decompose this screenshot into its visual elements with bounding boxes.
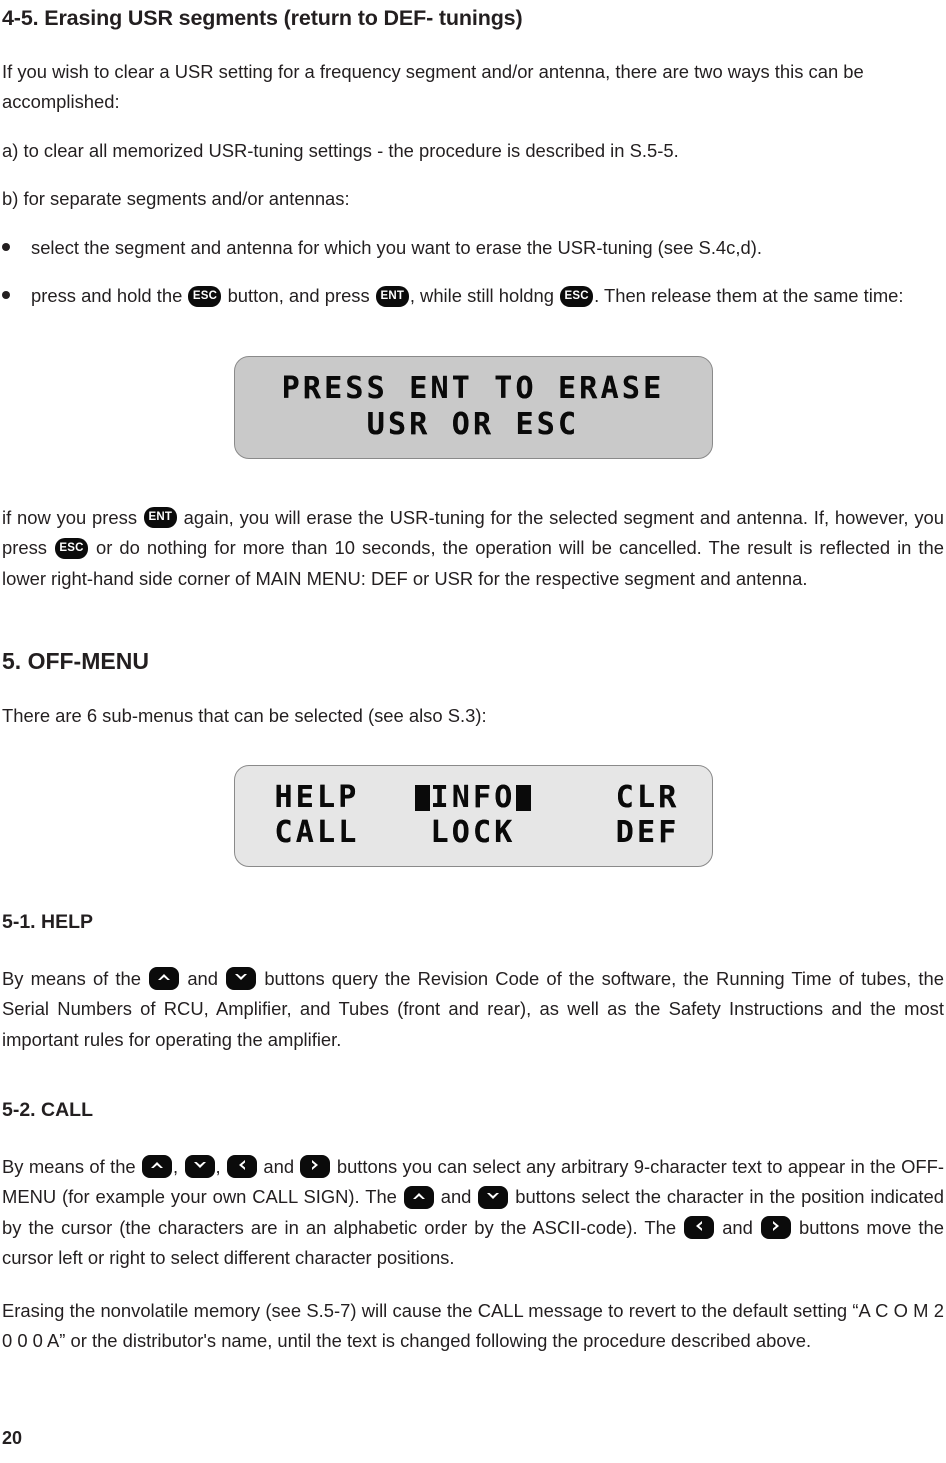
up-arrow-key-badge[interactable] [149, 967, 180, 991]
call-text-f: and [440, 1186, 472, 1207]
off-menu-heading: 5. OFF-MENU [2, 648, 149, 675]
menu-item-call[interactable]: CALL [257, 815, 401, 850]
right-arrow-key-badge[interactable] [760, 1216, 791, 1240]
list-item: press and hold the ESC button, and press… [2, 281, 944, 312]
intro-paragraph: If you wish to clear a USR setting for a… [2, 60, 864, 113]
call-paragraph: By means of the , , and buttons you can … [2, 1152, 944, 1274]
bullet-1-text: select the segment and antenna for which… [31, 236, 762, 258]
erase-confirmation-paragraph: if now you press ENT again, you will era… [2, 503, 944, 595]
call-text-h: and [722, 1216, 753, 1238]
menu-item-lock[interactable]: LOCK [401, 815, 545, 850]
esc-key-badge[interactable]: ESC [55, 537, 89, 559]
bullet-icon [2, 242, 10, 251]
ent-key-badge[interactable]: ENT [143, 507, 177, 529]
call-heading: 5-2. CALL [2, 1099, 94, 1122]
menu-item-def[interactable]: DEF [545, 815, 689, 850]
menu-item-info-selected[interactable]: INFO [401, 780, 545, 815]
down-arrow-key-badge[interactable] [478, 1185, 509, 1209]
left-arrow-key-badge[interactable] [227, 1155, 258, 1179]
option-b-paragraph: b) for separate segments and/or antennas… [2, 188, 350, 210]
bullet-icon [2, 291, 10, 300]
cursor-right-icon [515, 785, 531, 812]
lcd-display-off-menu: HELP INFO CLR CALL LOCK DEF [233, 765, 713, 868]
call-text-b: , [173, 1155, 179, 1177]
up-arrow-key-badge[interactable] [142, 1155, 173, 1179]
call-default-paragraph: Erasing the nonvolatile memory (see S.5-… [2, 1299, 944, 1352]
manual-page: 4-5. Erasing USR segments (return to DEF… [0, 0, 946, 1463]
procedure-bullet-list: select the segment and antenna for which… [2, 233, 944, 312]
list-item: select the segment and antenna for which… [2, 233, 944, 264]
ent-key-badge[interactable]: ENT [375, 285, 409, 307]
help-text-b: and [187, 967, 218, 989]
up-arrow-key-badge[interactable] [403, 1185, 434, 1209]
esc-key-badge[interactable]: ESC [188, 285, 222, 307]
cursor-left-icon [415, 785, 431, 812]
lcd-line-1: PRESS ENT TO ERASE [281, 370, 665, 406]
bullet-2-text-c: , while still holdng [409, 285, 554, 307]
lcd-display-erase-prompt: PRESS ENT TO ERASE USR OR ESC [233, 355, 713, 459]
lcd-menu-row-2: CALL LOCK DEF [235, 815, 712, 850]
erase-text-c: or do nothing for more than 10 seconds, … [2, 537, 944, 589]
right-arrow-key-badge[interactable] [300, 1155, 331, 1179]
call-text-c: , [215, 1155, 221, 1177]
option-a-paragraph: a) to clear all memorized USR-tuning set… [2, 139, 679, 161]
esc-key-badge[interactable]: ESC [560, 285, 594, 307]
menu-item-info-label: INFO [430, 780, 516, 816]
lcd-menu-row-1: HELP INFO CLR [235, 780, 712, 815]
lcd-line-2: USR OR ESC [366, 406, 580, 442]
left-arrow-key-badge[interactable] [684, 1216, 715, 1240]
page-number: 20 [2, 1428, 23, 1448]
down-arrow-key-badge[interactable] [226, 967, 257, 991]
off-menu-intro: There are 6 sub-menus that can be select… [2, 704, 487, 726]
call-text-d: and [263, 1155, 295, 1177]
bullet-2-text-d: . Then release them at the same time: [594, 285, 904, 307]
menu-item-clr[interactable]: CLR [545, 780, 689, 815]
bullet-2-text-b: button, and press [227, 285, 370, 307]
help-paragraph: By means of the and buttons query the Re… [2, 964, 944, 1056]
down-arrow-key-badge[interactable] [184, 1155, 215, 1179]
help-text-a: By means of the [2, 967, 141, 989]
help-heading: 5-1. HELP [2, 911, 94, 934]
call-text-a: By means of the [2, 1155, 136, 1177]
page-title: 4-5. Erasing USR segments (return to DEF… [2, 6, 523, 30]
help-text-c: buttons query the Revision Code of the s… [2, 967, 944, 1050]
menu-item-help[interactable]: HELP [257, 780, 401, 815]
erase-text-a: if now you press [2, 506, 138, 528]
bullet-2-text-a: press and hold the [31, 285, 183, 307]
